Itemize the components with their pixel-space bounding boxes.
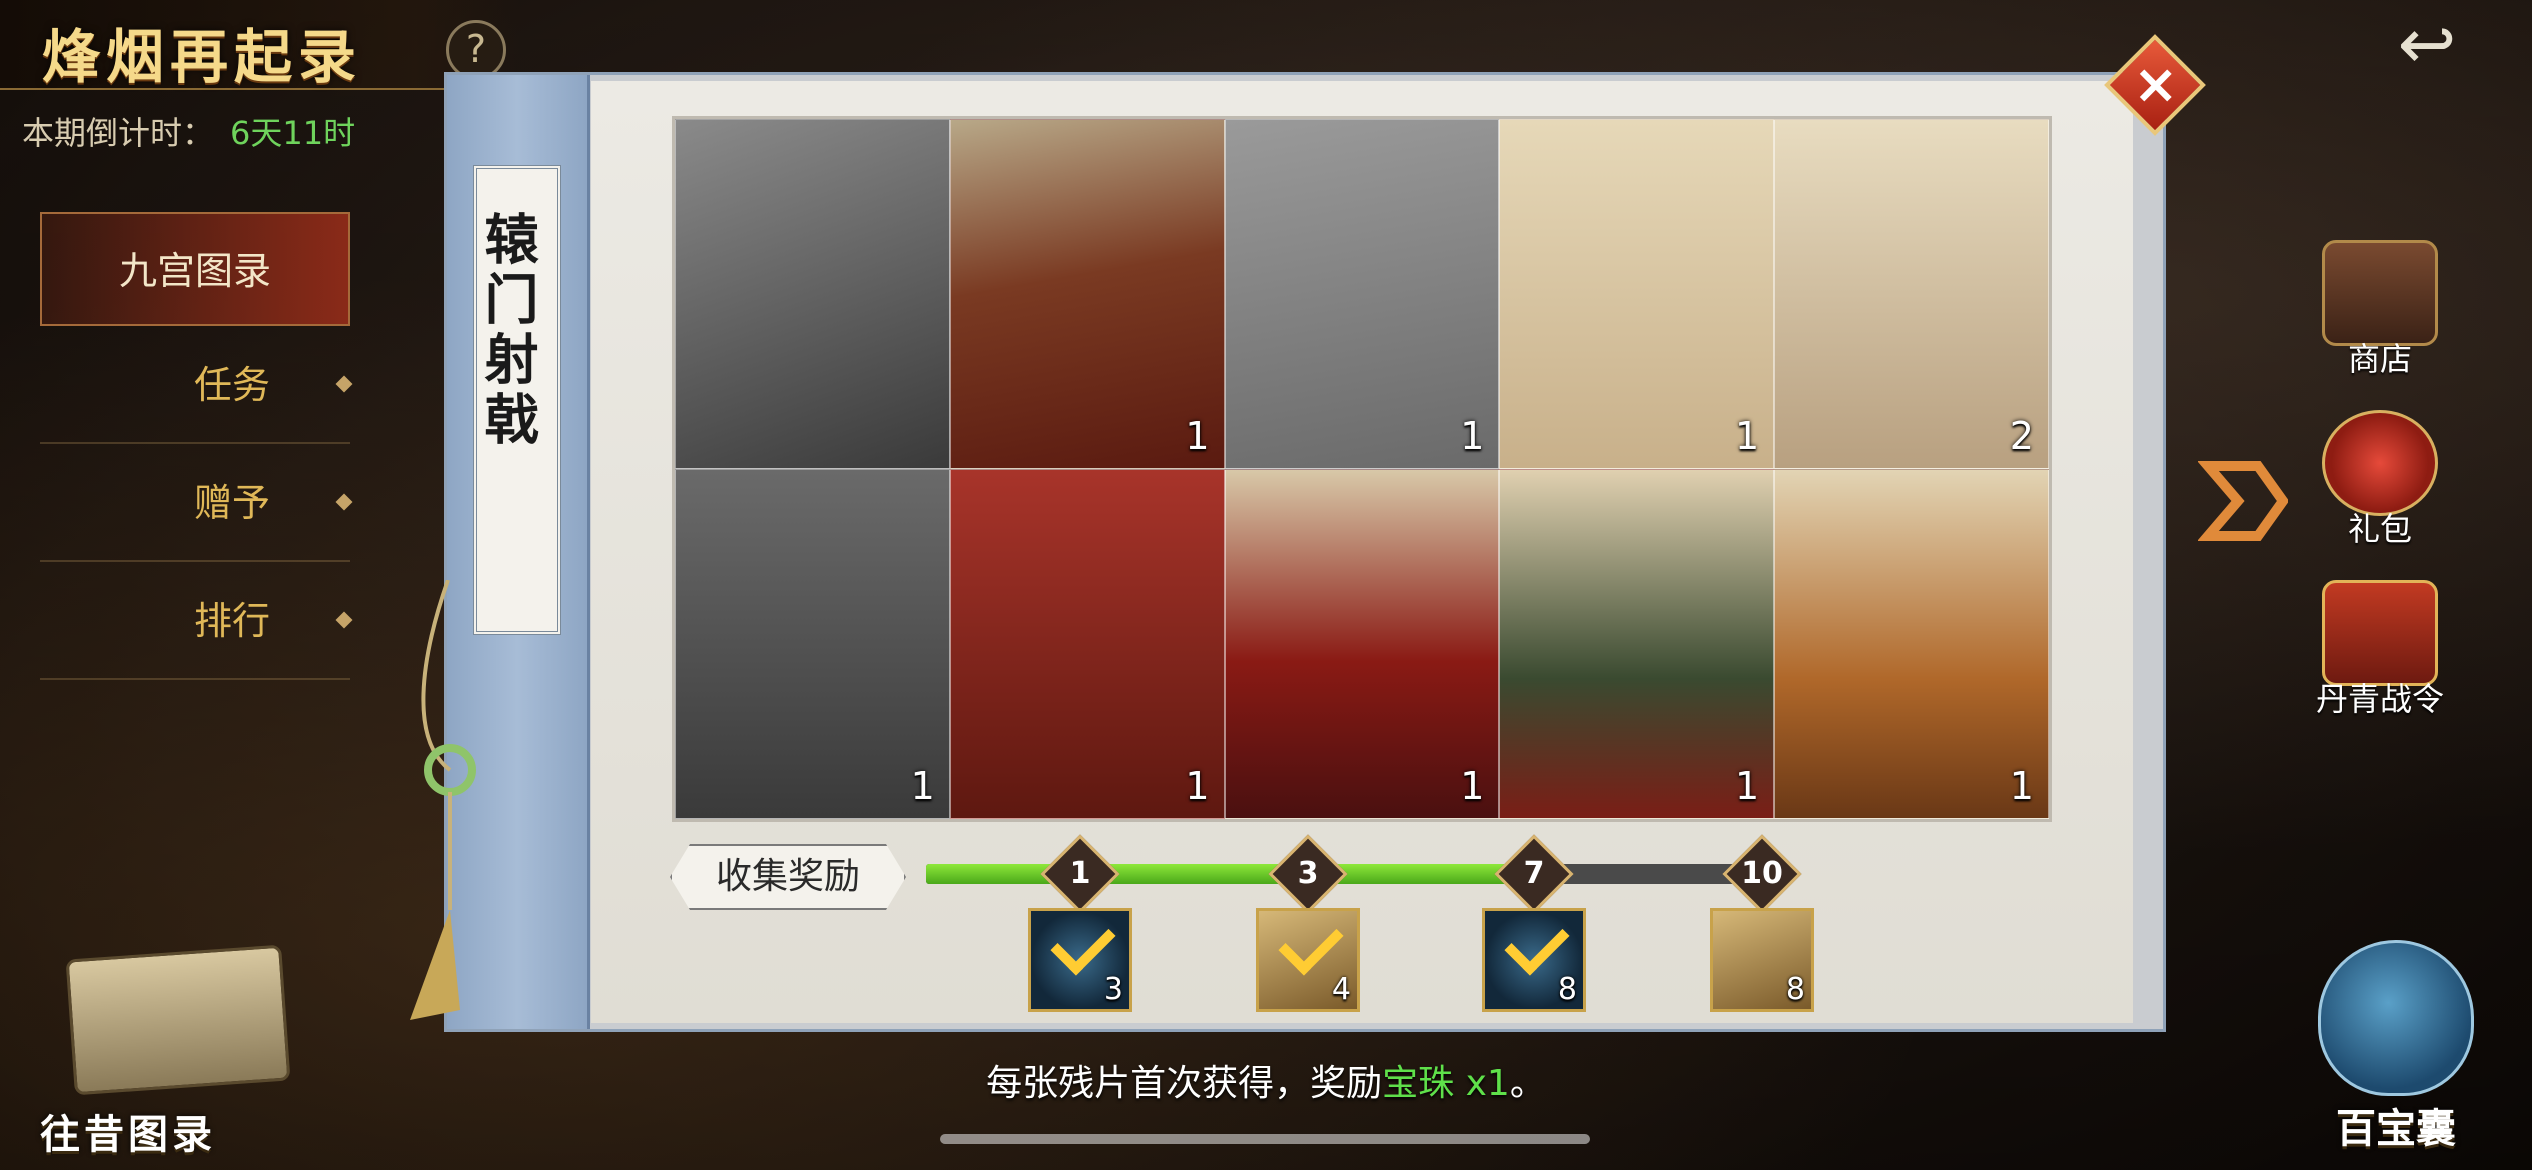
reward-quantity: 8 (1557, 972, 1577, 1007)
note-item: 宝珠 x1 (1382, 1063, 1510, 1104)
check-icon (1050, 910, 1116, 976)
home-indicator[interactable] (940, 1134, 1590, 1144)
diamond-icon (335, 375, 353, 393)
countdown-value: 6天11时 (230, 114, 356, 152)
progress-fill (926, 864, 1537, 884)
puzzle-tile[interactable]: 1 (949, 119, 1225, 469)
back-arrow-icon[interactable]: ↩ (2382, 9, 2472, 84)
close-icon: × (2133, 52, 2179, 116)
rewards-label: 收集奖励 (670, 844, 906, 910)
chest-icon (2322, 240, 2438, 346)
milestone-number: 1 (1069, 856, 1091, 891)
tassel-ornament (410, 580, 476, 1020)
milestone-marker: 10 (1722, 834, 1802, 914)
tile-count: 1 (910, 764, 935, 808)
tile-count: 1 (1185, 414, 1210, 458)
puzzle-tile[interactable]: 1 (675, 469, 950, 819)
tile-count: 1 (1735, 414, 1760, 458)
chevron-right-icon[interactable] (2198, 456, 2288, 546)
nav-item-gift[interactable]: 赠予 (40, 444, 353, 562)
nav-item-label: 排行 (193, 599, 270, 643)
reward-note: 每张残片首次获得，奖励宝珠 x1。 (0, 1054, 2532, 1106)
puzzle-grid: 1 1 1 2 1 1 1 1 1 (672, 116, 2052, 822)
check-icon (1504, 910, 1570, 976)
reward-item[interactable]: 8 (1710, 908, 1814, 1012)
tile-count: 1 (1735, 764, 1760, 808)
puzzle-title: 辕门射戟 (475, 211, 539, 451)
puzzle-tile[interactable]: 1 (949, 469, 1225, 819)
tile-count: 1 (2009, 764, 2034, 808)
milestone-marker: 1 (1040, 834, 1120, 914)
title-bar: 烽烟再起录 ? (0, 0, 520, 91)
battle-pass-label: 丹青战令 (2315, 680, 2444, 718)
milestone-number: 3 (1297, 856, 1319, 891)
puzzle-tile[interactable]: 2 (1774, 119, 2049, 469)
milestone-number: 10 (1741, 856, 1783, 891)
help-button[interactable]: ? (446, 20, 506, 80)
puzzle-tile[interactable]: 1 (1224, 469, 1500, 819)
tile-count: 1 (1460, 414, 1485, 458)
milestone-marker: 3 (1268, 834, 1348, 914)
nav-item-ranking[interactable]: 排行 (40, 562, 353, 680)
note-prefix: 每张残片首次获得，奖励 (986, 1063, 1383, 1104)
gift-pack-label: 礼包 (2347, 510, 2412, 548)
diamond-icon (335, 493, 353, 511)
side-nav: 九宫图录 任务 赠予 排行 (40, 212, 353, 680)
diamond-icon (335, 611, 353, 629)
countdown: 本期倒计时： 6天11时 (22, 108, 355, 154)
puzzle-tile[interactable]: 1 (1499, 469, 1775, 819)
reward-quantity: 8 (1785, 972, 1805, 1007)
nav-item-label: 任务 (193, 363, 270, 407)
milestone-number: 7 (1523, 856, 1545, 891)
reward-item[interactable]: 8 (1482, 908, 1586, 1012)
gift-pack-button[interactable]: 礼包 (2290, 410, 2470, 580)
page-title: 烽烟再起录 (42, 23, 363, 91)
nav-item-label: 赠予 (193, 481, 270, 525)
reward-quantity: 3 (1103, 972, 1123, 1007)
shop-label: 商店 (2347, 340, 2412, 378)
nav-item-gallery[interactable]: 九宫图录 (40, 212, 350, 326)
shop-button[interactable]: 商店 (2290, 240, 2470, 410)
nav-item-label: 九宫图录 (118, 249, 271, 293)
tile-count: 1 (1460, 764, 1485, 808)
reward-item[interactable]: 3 (1028, 908, 1132, 1012)
puzzle-tile[interactable]: 1 (1774, 469, 2049, 819)
right-menu: 商店 礼包 丹青战令 (2290, 240, 2470, 750)
gift-bag-icon (2322, 410, 2438, 516)
nav-item-tasks[interactable]: 任务 (40, 326, 353, 444)
past-gallery-button[interactable]: 往昔图录 (40, 944, 320, 1158)
check-icon (1278, 910, 1344, 976)
puzzle-title-tag: 辕门射戟 (473, 165, 561, 635)
battle-pass-button[interactable]: 丹青战令 (2290, 580, 2470, 750)
milestone-marker: 7 (1494, 834, 1574, 914)
puzzle-tile[interactable] (675, 119, 950, 469)
reward-quantity: 4 (1331, 972, 1351, 1007)
note-suffix: 。 (1509, 1063, 1546, 1104)
tile-count: 2 (2009, 414, 2034, 458)
tile-count: 1 (1185, 764, 1210, 808)
countdown-label: 本期倒计时： (22, 114, 215, 152)
puzzle-tile[interactable]: 1 (1224, 119, 1500, 469)
past-gallery-label: 往昔图录 (40, 1111, 216, 1158)
order-token-icon (2322, 580, 2438, 686)
treasure-bag-button[interactable]: 百宝囊 (2296, 940, 2496, 1152)
reward-item[interactable]: 4 (1256, 908, 1360, 1012)
puzzle-tile[interactable]: 1 (1499, 119, 1775, 469)
